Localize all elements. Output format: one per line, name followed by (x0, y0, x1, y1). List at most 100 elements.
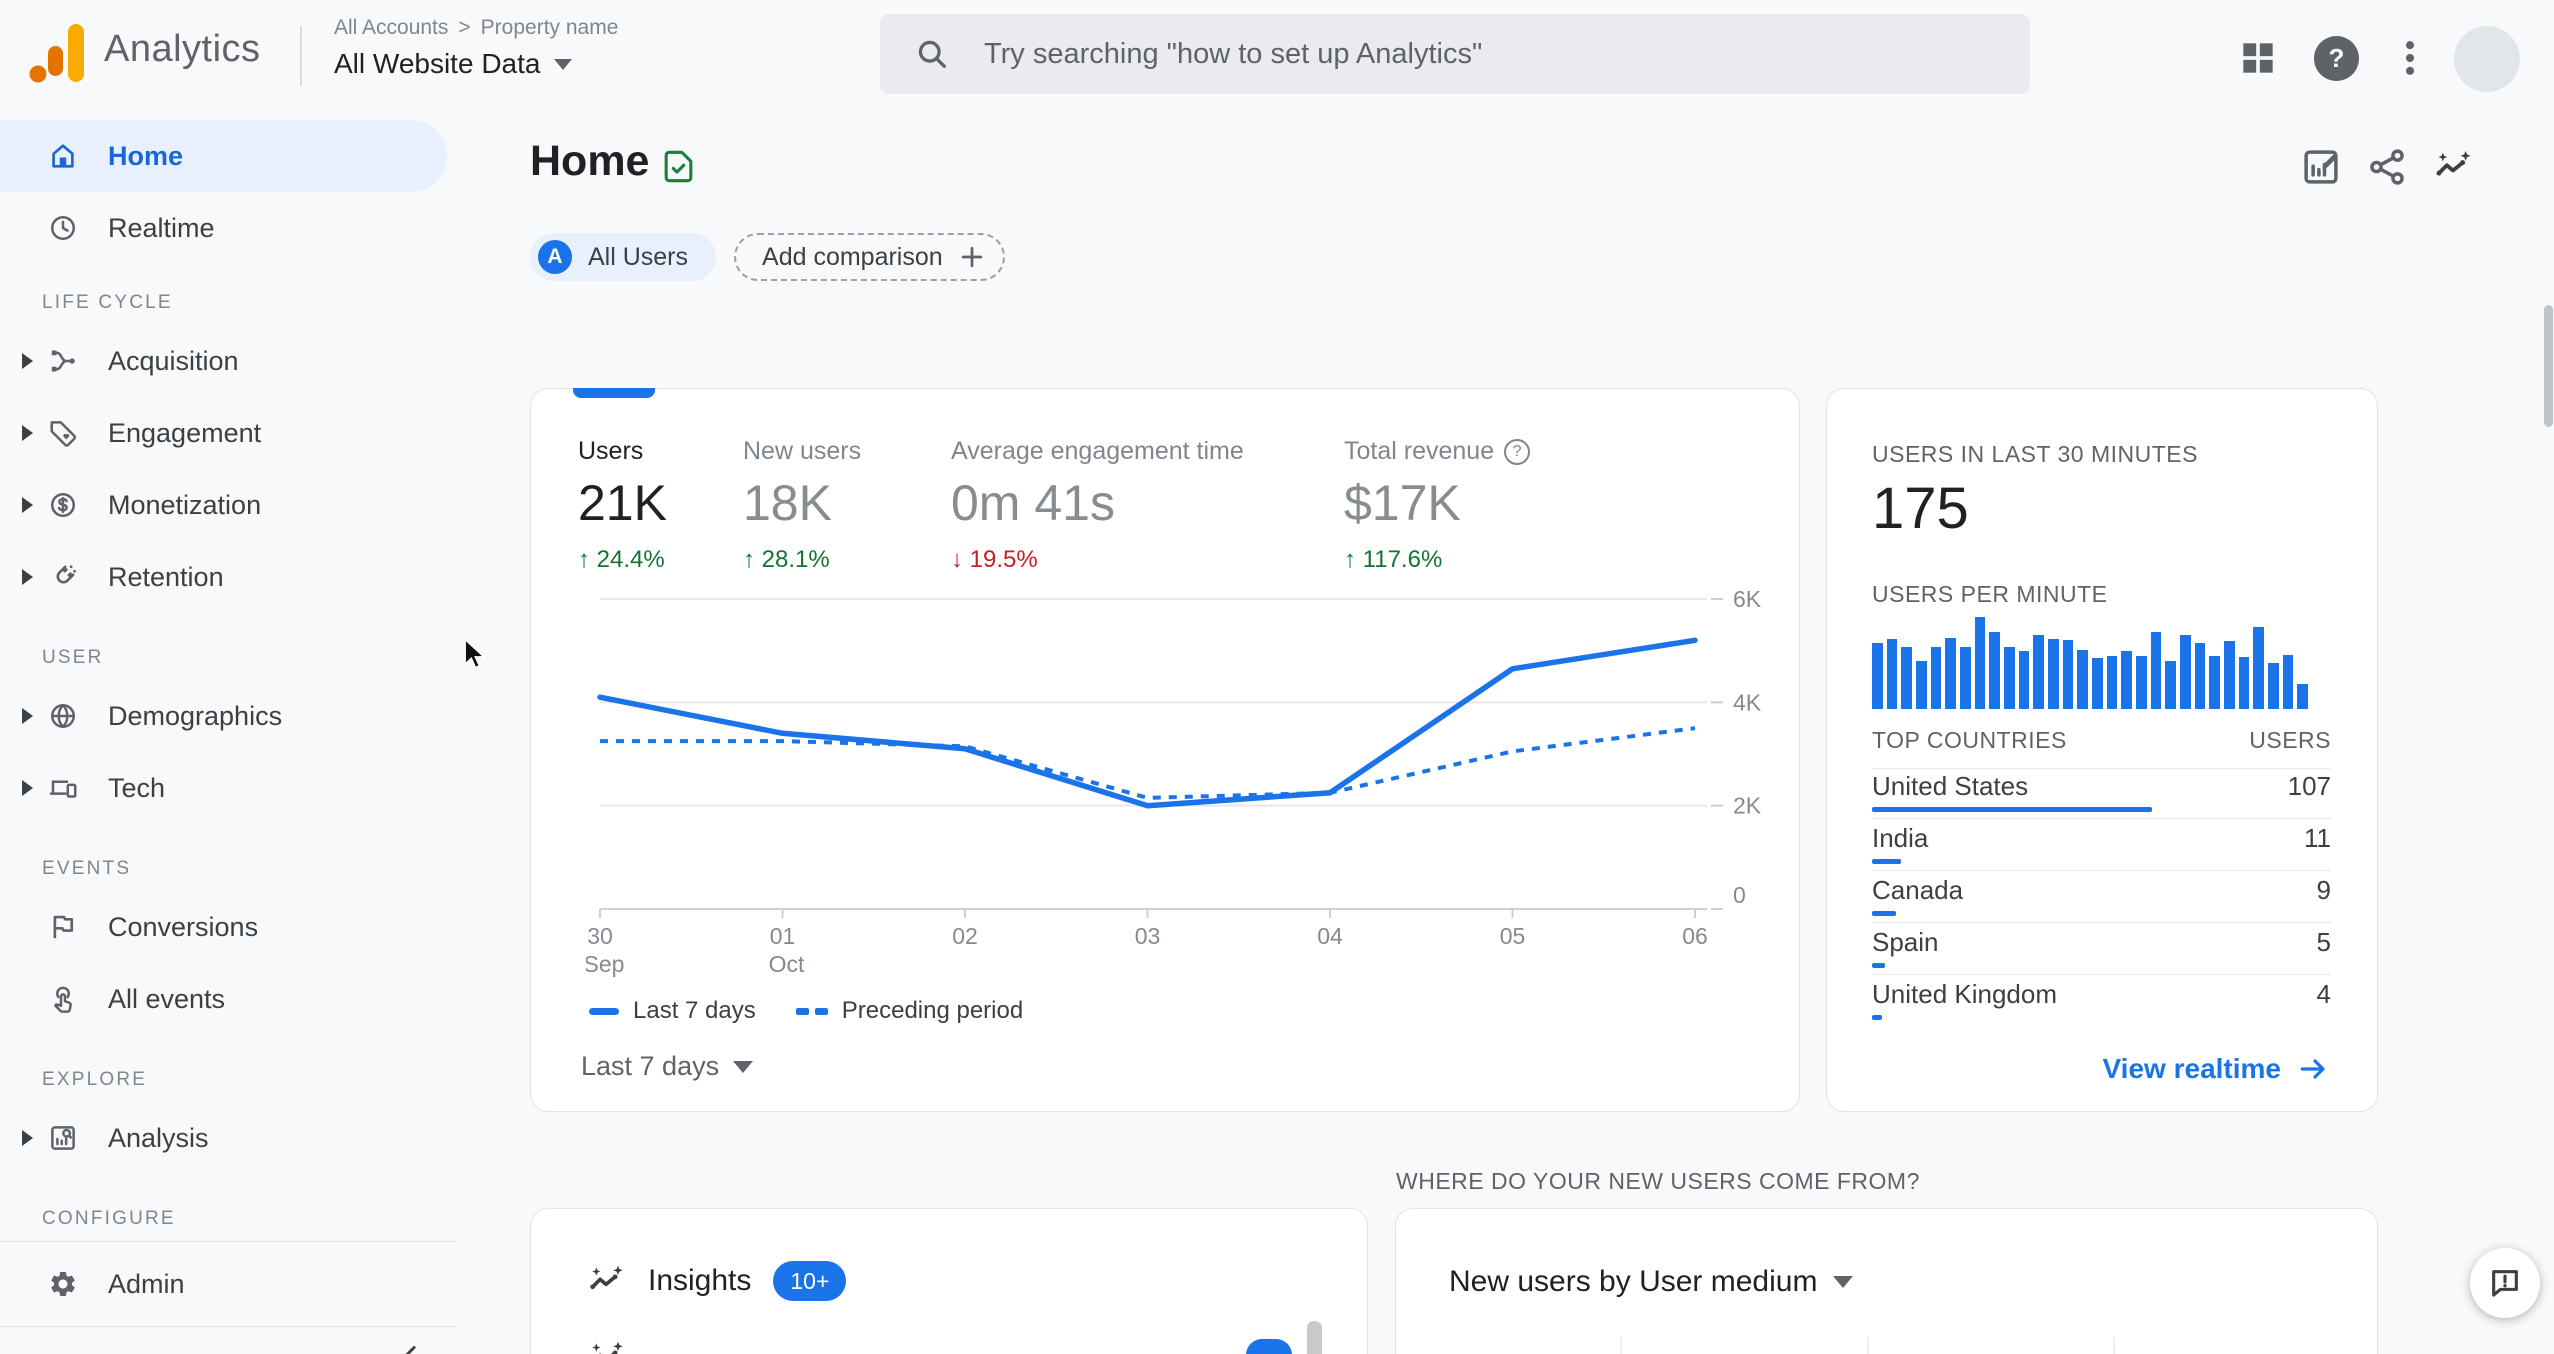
all-users-chip[interactable]: A All Users (530, 233, 717, 281)
card-tab-indicator (573, 388, 655, 398)
all-events-tap-icon (48, 984, 78, 1014)
minute-bar (1916, 661, 1927, 709)
sidebar-item-tech[interactable]: Tech (0, 752, 456, 824)
help-icon[interactable]: ? (1504, 438, 1531, 465)
country-users-value: 11 (2304, 823, 2331, 853)
metric-label: Users (578, 437, 644, 465)
segment-chips: A All Users Add comparison (530, 233, 1005, 281)
insights-scrollbar[interactable] (1307, 1321, 1322, 1354)
sidebar-item-demographics[interactable]: Demographics (0, 680, 456, 752)
page-scrollbar[interactable] (2544, 305, 2553, 427)
property-selector[interactable]: All Website Data (334, 48, 573, 80)
sidebar-item-label: Conversions (108, 911, 259, 942)
sidebar-item-conversions[interactable]: Conversions (0, 891, 456, 963)
country-bar (1872, 1015, 1883, 1020)
sidebar-section-user: USER (42, 647, 104, 668)
chevron-down-icon (733, 1060, 754, 1073)
minute-bar (2106, 655, 2118, 709)
expand-arrow-icon[interactable] (22, 780, 33, 796)
insights-card: Insights 10+ (530, 1208, 1368, 1354)
sidebar-item-retention[interactable]: Retention (0, 541, 456, 613)
metric-users[interactable]: Users 21K ↑ 24.4% (578, 437, 743, 574)
add-comparison-button[interactable]: Add comparison (734, 233, 1005, 281)
breadcrumb: All Accounts > Property name (334, 16, 618, 40)
solid-line-swatch (589, 1007, 619, 1015)
sidebar-item-acquisition[interactable]: Acquisition (0, 325, 456, 397)
countries-table-header: TOP COUNTRIES USERS (1872, 727, 2331, 769)
legend-preceding-period: Preceding period (795, 997, 1024, 1025)
feedback-bubble-icon (2488, 1266, 2522, 1300)
search-bar[interactable] (880, 14, 2030, 94)
users-column: USERS (2249, 727, 2331, 753)
sidebar-item-label: Home (108, 140, 184, 171)
insights-header: Insights 10+ (586, 1261, 847, 1301)
sidebar-section-configure: CONFIGURE (42, 1208, 176, 1229)
sidebar-item-monetization[interactable]: Monetization (0, 469, 456, 541)
apps-grid-icon[interactable] (2236, 36, 2280, 80)
sidebar-item-engagement[interactable]: Engagement (0, 397, 456, 469)
minute-bar (1886, 639, 1898, 709)
expand-arrow-icon[interactable] (22, 569, 33, 585)
sidebar-divider (0, 1241, 456, 1242)
more-vertical-icon[interactable] (2388, 36, 2432, 80)
chart-legend: Last 7 days Preceding period (589, 997, 1023, 1025)
minute-bar (1872, 642, 1883, 709)
expand-arrow-icon[interactable] (22, 425, 33, 441)
minute-bar (2092, 658, 2103, 709)
sidebar-item-analysis[interactable]: Analysis (0, 1102, 456, 1174)
metric-value: 21K (578, 475, 667, 531)
sidebar-item-admin[interactable]: Admin (0, 1248, 456, 1320)
new-users-card-title: New users by User medium (1449, 1265, 1818, 1298)
metric-new-users[interactable]: New users 18K ↑ 28.1% (743, 437, 951, 574)
svg-text:Oct: Oct (769, 951, 805, 977)
share-icon[interactable] (2366, 146, 2408, 188)
sidebar-item-label: Tech (108, 772, 166, 803)
minute-bar (2150, 631, 2162, 709)
retention-magnet-icon (48, 562, 78, 592)
legend-last-7-days: Last 7 days (589, 997, 756, 1025)
svg-text:0: 0 (1733, 882, 1746, 908)
avatar[interactable] (2454, 26, 2520, 92)
insights-count-badge: 10+ (773, 1261, 847, 1301)
sidebar-item-home[interactable]: Home (0, 120, 447, 192)
segment-initial-badge: A (538, 240, 572, 274)
users-overview-card: Users 21K ↑ 24.4% New users 18K ↑ 28.1% Averag… (530, 388, 1800, 1112)
breadcrumb-property-name[interactable]: Property name (481, 16, 619, 40)
view-realtime-label: View realtime (2102, 1053, 2281, 1084)
sidebar-section-events: EVENTS (42, 858, 132, 879)
country-bar (1872, 807, 2152, 812)
legend-label: Preceding period (841, 997, 1024, 1024)
help-icon[interactable]: ? (2314, 36, 2359, 81)
sidebar-item-realtime[interactable]: Realtime (0, 192, 456, 264)
svg-text:05: 05 (1500, 923, 1526, 949)
sidebar-item-label: Monetization (108, 489, 262, 520)
property-selector-label: All Website Data (334, 48, 541, 79)
users-trend-chart[interactable]: 0 2K 4K 6K 30 Sep 01 Oct 02 03 04 05 06 (584, 584, 1781, 984)
metric-average-engagement-time[interactable]: Average engagement time 0m 41s ↓ 19.5% (951, 437, 1344, 574)
minute-bar (2018, 651, 2030, 709)
date-range-selector[interactable]: Last 7 days (581, 1051, 754, 1082)
svg-text:Sep: Sep (586, 951, 624, 977)
view-realtime-link[interactable]: View realtime (2103, 1053, 2329, 1085)
sidebar-item-all-events[interactable]: All events (0, 963, 456, 1035)
expand-arrow-icon[interactable] (22, 497, 33, 513)
insights-icon[interactable] (2432, 146, 2474, 188)
metric-delta: ↑ 24.4% (578, 546, 665, 573)
customize-report-icon[interactable] (2300, 146, 2342, 188)
minute-bar (1974, 617, 1986, 709)
sidebar-item-label: Demographics (108, 700, 283, 731)
search-input[interactable] (984, 37, 2010, 71)
all-users-chip-label: All Users (588, 242, 689, 271)
collapse-sidebar-icon[interactable] (396, 1340, 426, 1354)
new-users-dimension-selector[interactable]: New users by User medium (1449, 1265, 1854, 1299)
expand-arrow-icon[interactable] (22, 1130, 33, 1146)
svg-text:01: 01 (770, 923, 796, 949)
expand-arrow-icon[interactable] (22, 353, 33, 369)
expand-arrow-icon[interactable] (22, 708, 33, 724)
chevron-down-icon (554, 58, 573, 70)
sidebar-item-label: Engagement (108, 417, 262, 448)
breadcrumb-all-accounts[interactable]: All Accounts (334, 16, 448, 40)
feedback-button[interactable] (2470, 1248, 2540, 1318)
report-check-icon (660, 148, 697, 185)
metric-total-revenue[interactable]: Total revenue? $17K ↑ 117.6% (1344, 437, 1644, 574)
